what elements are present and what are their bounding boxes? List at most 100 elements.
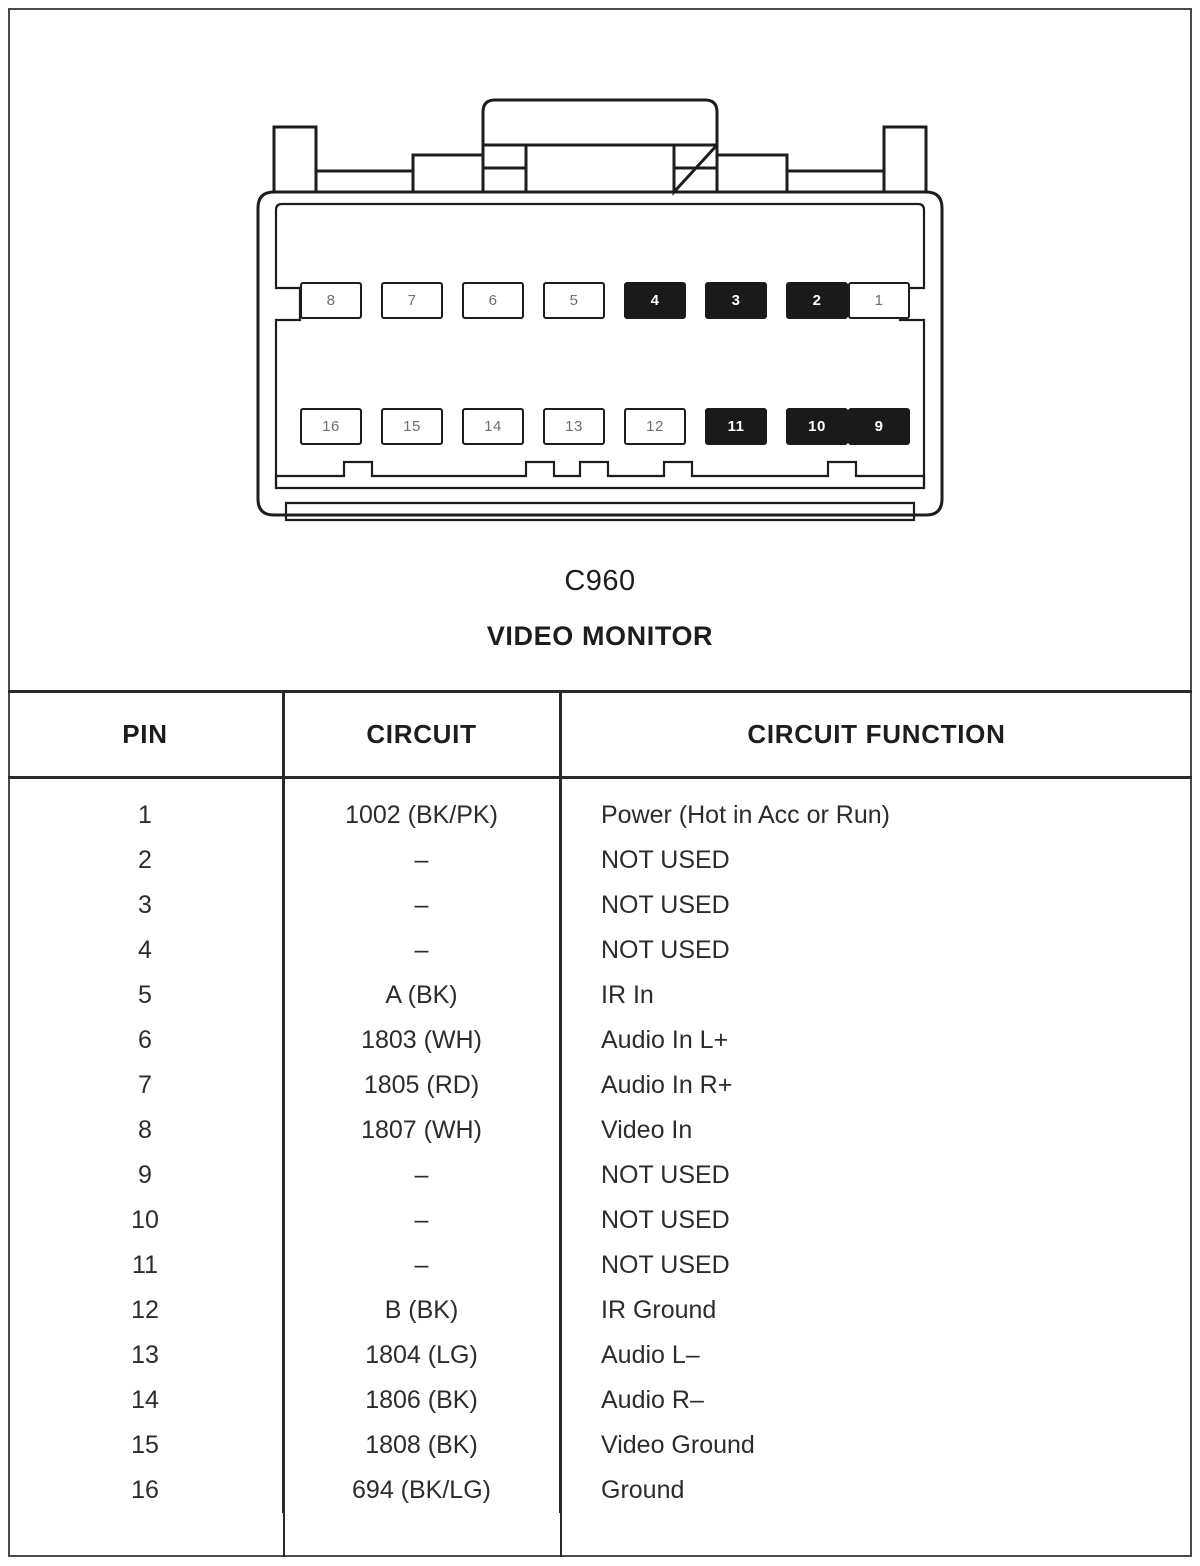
cell-function: NOT USED bbox=[601, 891, 730, 919]
pin-cell-4: 4 bbox=[624, 282, 686, 319]
figure-caption: C960 VIDEO MONITOR bbox=[0, 565, 1200, 652]
pin-label: 2 bbox=[812, 292, 822, 309]
cell-pin: 10 bbox=[8, 1198, 284, 1243]
pin-label: 15 bbox=[403, 418, 421, 435]
pin-table-body: 1 1002 (BK/PK) Power (Hot in Acc or Run)… bbox=[8, 777, 1192, 1513]
pin-cell-11: 11 bbox=[705, 408, 767, 445]
pin-label: 8 bbox=[326, 292, 336, 309]
cell-function: NOT USED bbox=[601, 846, 730, 874]
cell-function: NOT USED bbox=[601, 1161, 730, 1189]
connector-name-label: VIDEO MONITOR bbox=[486, 620, 714, 651]
pin-label: 5 bbox=[569, 292, 579, 309]
cell-function: Audio R– bbox=[601, 1386, 704, 1414]
pin-label: 10 bbox=[808, 418, 826, 435]
pin-cell-7: 7 bbox=[381, 282, 443, 319]
pin-cell-14: 14 bbox=[462, 408, 524, 445]
cell-circuit: 694 (BK/LG) bbox=[283, 1468, 561, 1513]
table-row: 14 1806 (BK) Audio R– bbox=[8, 1378, 1192, 1423]
cell-circuit: – bbox=[283, 838, 561, 883]
pin-table-container: PIN CIRCUIT CIRCUIT FUNCTION 1 1002 (BK/… bbox=[8, 690, 1192, 1557]
table-row: 7 1805 (RD) Audio In R+ bbox=[8, 1063, 1192, 1108]
cell-pin: 13 bbox=[8, 1333, 284, 1378]
cell-circuit: 1806 (BK) bbox=[283, 1378, 561, 1423]
pin-cell-3: 3 bbox=[705, 282, 767, 319]
table-row: 4 – NOT USED bbox=[8, 928, 1192, 973]
pin-cell-16: 16 bbox=[300, 408, 362, 445]
pin-cell-8: 8 bbox=[300, 282, 362, 319]
cell-pin: 5 bbox=[8, 973, 284, 1018]
cell-pin: 9 bbox=[8, 1153, 284, 1198]
pin-label: 13 bbox=[565, 418, 583, 435]
cell-function: IR Ground bbox=[601, 1296, 717, 1324]
cell-pin: 16 bbox=[8, 1468, 284, 1513]
header-pin: PIN bbox=[8, 690, 284, 779]
table-row: 16 694 (BK/LG) Ground bbox=[8, 1468, 1192, 1513]
pin-cell-10: 10 bbox=[786, 408, 848, 445]
cell-pin: 6 bbox=[8, 1018, 284, 1063]
table-row: 9 – NOT USED bbox=[8, 1153, 1192, 1198]
cell-function: IR In bbox=[601, 981, 654, 1009]
latch-arch bbox=[481, 98, 719, 147]
connector-diagram: 8 7 6 5 4 3 2 1 16 15 14 13 12 11 10 9 bbox=[250, 92, 950, 542]
cell-pin: 4 bbox=[8, 928, 284, 973]
cell-pin: 15 bbox=[8, 1423, 284, 1468]
table-row: 15 1808 (BK) Video Ground bbox=[8, 1423, 1192, 1468]
cell-function: NOT USED bbox=[601, 936, 730, 964]
pin-cell-13: 13 bbox=[543, 408, 605, 445]
cell-function: NOT USED bbox=[601, 1206, 730, 1234]
pin-cell-6: 6 bbox=[462, 282, 524, 319]
pin-cell-12: 12 bbox=[624, 408, 686, 445]
table-column-divider-2 bbox=[560, 690, 562, 1557]
cell-pin: 7 bbox=[8, 1063, 284, 1108]
cell-circuit: – bbox=[283, 1153, 561, 1198]
table-row: 5 A (BK) IR In bbox=[8, 973, 1192, 1018]
cell-pin: 11 bbox=[8, 1243, 284, 1288]
cell-circuit: – bbox=[283, 1198, 561, 1243]
cell-circuit: 1807 (WH) bbox=[283, 1108, 561, 1153]
header-circuit: CIRCUIT bbox=[283, 690, 561, 779]
table-row: 1 1002 (BK/PK) Power (Hot in Acc or Run) bbox=[8, 777, 1192, 838]
pin-label: 14 bbox=[484, 418, 502, 435]
pin-label: 7 bbox=[407, 292, 417, 309]
cell-circuit: 1804 (LG) bbox=[283, 1333, 561, 1378]
cell-circuit: 1803 (WH) bbox=[283, 1018, 561, 1063]
table-row: 6 1803 (WH) Audio In L+ bbox=[8, 1018, 1192, 1063]
cell-function: Video In bbox=[601, 1116, 693, 1144]
cell-pin: 3 bbox=[8, 883, 284, 928]
table-column-divider-1 bbox=[283, 690, 285, 1557]
table-row: 3 – NOT USED bbox=[8, 883, 1192, 928]
pin-label: 16 bbox=[322, 418, 340, 435]
cell-circuit: 1002 (BK/PK) bbox=[283, 777, 561, 838]
pin-label: 9 bbox=[874, 418, 884, 435]
cell-function: Power (Hot in Acc or Run) bbox=[601, 801, 890, 829]
pin-table-head: PIN CIRCUIT CIRCUIT FUNCTION bbox=[8, 690, 1192, 779]
table-row: 11 – NOT USED bbox=[8, 1243, 1192, 1288]
table-header-row: PIN CIRCUIT CIRCUIT FUNCTION bbox=[8, 690, 1192, 779]
cell-circuit: 1808 (BK) bbox=[283, 1423, 561, 1468]
pin-table: PIN CIRCUIT CIRCUIT FUNCTION 1 1002 (BK/… bbox=[8, 690, 1192, 1513]
table-row: 8 1807 (WH) Video In bbox=[8, 1108, 1192, 1153]
table-row: 10 – NOT USED bbox=[8, 1198, 1192, 1243]
cell-circuit: – bbox=[283, 928, 561, 973]
cell-circuit: – bbox=[283, 883, 561, 928]
pin-cell-5: 5 bbox=[543, 282, 605, 319]
table-row: 12 B (BK) IR Ground bbox=[8, 1288, 1192, 1333]
cell-function: Audio In R+ bbox=[601, 1071, 733, 1099]
document-page: 8 7 6 5 4 3 2 1 16 15 14 13 12 11 10 9 C… bbox=[0, 0, 1200, 1566]
cell-pin: 8 bbox=[8, 1108, 284, 1153]
cell-pin: 12 bbox=[8, 1288, 284, 1333]
pin-label: 6 bbox=[488, 292, 498, 309]
table-row: 13 1804 (LG) Audio L– bbox=[8, 1333, 1192, 1378]
pin-label: 11 bbox=[727, 418, 745, 435]
pin-label: 3 bbox=[731, 292, 741, 309]
pin-cell-15: 15 bbox=[381, 408, 443, 445]
cell-circuit: A (BK) bbox=[283, 973, 561, 1018]
header-function: CIRCUIT FUNCTION bbox=[560, 690, 1192, 779]
pin-label: 4 bbox=[650, 292, 660, 309]
cell-function: Video Ground bbox=[601, 1431, 755, 1459]
pin-label: 1 bbox=[874, 292, 884, 309]
cell-function: NOT USED bbox=[601, 1251, 730, 1279]
cell-pin: 1 bbox=[8, 777, 284, 838]
pin-cell-2: 2 bbox=[786, 282, 848, 319]
table-row: 2 – NOT USED bbox=[8, 838, 1192, 883]
